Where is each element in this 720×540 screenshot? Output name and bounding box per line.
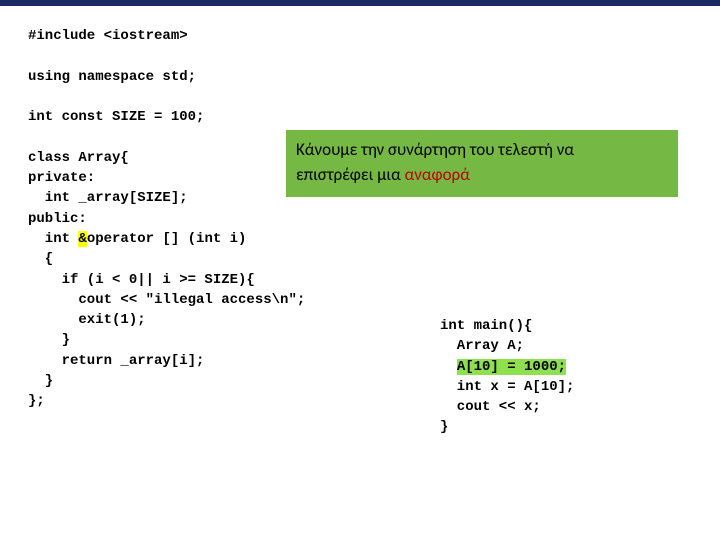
code-line: int main(){ (440, 318, 532, 334)
highlight-assignment: A[10] = 1000; (457, 359, 566, 375)
code-line: { (28, 251, 53, 267)
code-line: private: (28, 170, 95, 186)
code-line: if (i < 0|| i >= SIZE){ (28, 272, 255, 288)
code-line: public: (28, 211, 87, 227)
code-line: exit(1); (28, 312, 146, 328)
callout-text-line1: Κάνουμε την συνάρτηση του τελεστή να (296, 139, 574, 160)
code-line: class Array{ (28, 150, 129, 166)
callout-text-reference: αναφορά (405, 164, 470, 185)
code-line: Array A; (440, 338, 524, 354)
code-line: } (440, 419, 448, 435)
code-line: }; (28, 393, 45, 409)
code-line: } (28, 373, 53, 389)
code-line: } (28, 332, 70, 348)
highlight-ref-operator: & (78, 231, 86, 247)
snippet-code-block: int main(){ Array A; A[10] = 1000; int x… (440, 316, 574, 438)
code-line: operator [] (int i) (87, 231, 247, 247)
code-line: int x = A[10]; (440, 379, 574, 395)
code-line: #include <iostream> (28, 28, 188, 44)
code-line: cout << x; (440, 399, 541, 415)
code-line (440, 359, 457, 375)
code-line: using namespace std; (28, 69, 196, 85)
code-line: return _array[i]; (28, 353, 204, 369)
main-code-block: #include <iostream> using namespace std;… (28, 26, 305, 412)
top-accent-bar (0, 0, 720, 6)
code-line: int const SIZE = 100; (28, 109, 204, 125)
code-line: int (28, 231, 78, 247)
callout-box: Κάνουμε την συνάρτηση του τελεστή να επι… (286, 130, 678, 197)
code-line: cout << "illegal access\n"; (28, 292, 305, 308)
callout-text-line2a: επιστρέφει μια (296, 164, 405, 185)
code-line: int _array[SIZE]; (28, 190, 188, 206)
